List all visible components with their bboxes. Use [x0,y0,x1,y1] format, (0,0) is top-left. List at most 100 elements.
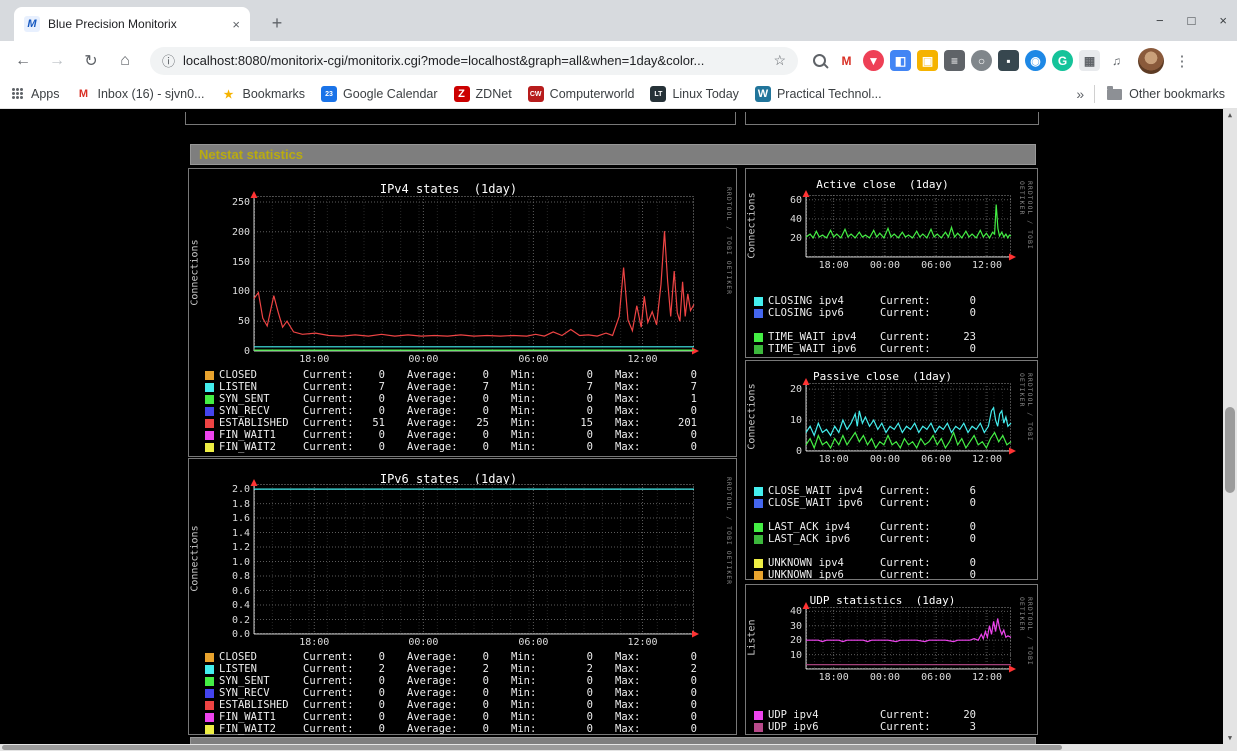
legend-swatch [754,522,763,532]
apps-shortcut[interactable]: Apps [12,87,60,101]
reload-button[interactable]: ↻ [76,46,106,76]
tab-strip: M Blue Precision Monitorix × + − □ × [0,0,1237,41]
home-button[interactable]: ⌂ [110,46,140,76]
other-bookmarks-label: Other bookmarks [1129,87,1225,101]
page-info-icon[interactable]: ⓘ [162,51,175,70]
legend-stat-key: Min: [511,711,537,723]
chart-y-axis-label: Listen [746,619,758,656]
y-axis-tick: 150 [231,256,250,268]
chart-plot-area[interactable] [250,191,699,355]
tab-title: Blue Precision Monitorix [48,17,177,31]
window-close-button[interactable]: × [1219,13,1227,28]
y-axis-tick: 0 [243,346,250,357]
vertical-scrollbar[interactable]: ▲ ▼ [1223,109,1237,744]
bookmark-item[interactable]: ★ Bookmarks [221,86,306,102]
bookmarks-divider [1094,85,1096,103]
legend-stat-key: Min: [511,699,537,711]
legend-row: LAST_ACK ipv6 Current: 0 [754,533,976,545]
legend-stat-value: 0 [969,295,976,307]
profile-avatar[interactable] [1138,47,1164,74]
legend-stat-value: 0 [378,699,385,711]
pocket-icon[interactable]: ▼ [863,50,884,71]
legend-row: CLOSE_WAIT ipv4 Current: 6 [754,485,976,497]
new-tab-button[interactable]: + [264,10,290,36]
bookmark-item[interactable]: Z ZDNet [453,86,512,102]
url-text[interactable]: localhost:8080/monitorix-cgi/monitorix.c… [183,53,765,68]
horizontal-scrollbar-thumb[interactable] [2,745,1062,750]
chart-plot-area[interactable] [802,378,1016,455]
bookmark-item[interactable]: M Inbox (16) - sjvn0... [76,86,205,102]
keep-icon[interactable]: ▣ [917,50,938,71]
legend-label: UNKNOWN ipv6 [768,569,844,581]
search-icon[interactable] [809,50,830,71]
browser-tab[interactable]: M Blue Precision Monitorix × [14,7,250,41]
extensions-area: M ▼ ◧ ▣ ≡ ○ ▪ ◉ G ▦ ♫ [806,50,1130,71]
legend-stat-value: 0 [586,441,593,453]
chart-canvas [802,190,1016,261]
scroll-up-arrow[interactable]: ▲ [1223,109,1237,121]
bookmark-item[interactable]: W Practical Technol... [754,86,882,102]
zoom-icon[interactable]: ◉ [1025,50,1046,71]
legend-stat-value: 0 [586,651,593,663]
legend-stat-key: Current: [303,381,354,393]
bookmark-item[interactable]: 23 Google Calendar [321,86,438,102]
legend-stat-value: 0 [378,675,385,687]
legend-stat-value: 0 [969,557,976,569]
legend-swatch [205,688,214,698]
overflow-chevron-icon[interactable]: » [1076,86,1084,102]
legend-stat-key: Current: [303,393,354,405]
legend-stat-key: Min: [511,417,537,429]
legend-stat-value: 0 [586,687,593,699]
window-minimize-button[interactable]: − [1156,13,1164,28]
other-bookmarks[interactable]: Other bookmarks [1107,85,1225,101]
legend-stat-key: Current: [880,485,931,497]
horizontal-scrollbar[interactable] [0,744,1223,751]
legend-label: TIME_WAIT ipv6 [768,343,857,355]
chart-title: Active close (1day) [816,178,949,191]
lock-icon[interactable]: ▪ [998,50,1019,71]
globe-icon[interactable]: ○ [971,50,992,71]
legend-swatch [205,406,214,416]
legend-row: SYN_RECV Current: 0 Average: 0 Min: 0 Max: 0 [205,405,719,417]
rrdtool-watermark: RRDTOOL / TOBI OETIKER [1018,373,1034,442]
browser-menu-icon[interactable]: ⋮ [1172,52,1192,70]
x-axis-tick: 06:00 [921,454,952,465]
grammarly-icon[interactable]: G [1052,50,1073,71]
gmail-icon[interactable]: M [836,50,857,71]
tab-close-icon[interactable]: × [232,17,240,32]
legend-stat-value: 0 [378,687,385,699]
x-axis-tick: 00:00 [869,260,900,271]
rrdtool-watermark: RRDTOOL / TOBI OETIKER [725,477,733,586]
legend-stat-value: 7 [482,381,489,393]
chart-panel-udp-statistics: UDP statistics (1day) Listen RRDTOOL / T… [745,584,1038,735]
bookmark-item[interactable]: LT Linux Today [650,86,739,102]
copy-icon[interactable]: ◧ [890,50,911,71]
magnifier-glyph [813,54,826,67]
y-axis-tick: 200 [231,226,250,238]
bookmark-star-icon[interactable]: ☆ [773,52,786,69]
legend-swatch [754,296,763,306]
legend-row: ESTABLISHED Current: 51 Average: 25 Min: 15 Max… [205,417,719,429]
forward-button[interactable]: → [42,46,72,76]
playlist-icon[interactable]: ♫ [1106,50,1127,71]
scroll-down-arrow[interactable]: ▼ [1223,732,1237,744]
bookmark-label: Bookmarks [242,87,306,101]
legend-label: CLOSE_WAIT ipv6 [768,497,863,509]
legend-label: CLOSE_WAIT ipv4 [768,485,863,497]
chart-plot-area[interactable] [802,602,1016,673]
chart-plot-area[interactable] [802,190,1016,261]
legend-row: LISTEN Current: 2 Average: 2 Min: 2 Max: 2 [205,663,719,675]
legend-row: CLOSING ipv6 Current: 0 [754,307,976,319]
puzzle-icon[interactable]: ▦ [1079,50,1100,71]
back-button[interactable]: ← [8,46,38,76]
legend-stat-key: Average: [407,393,458,405]
window-maximize-button[interactable]: □ [1188,13,1196,28]
legend-row: SYN_SENT Current: 0 Average: 0 Min: 0 Max: 1 [205,393,719,405]
address-bar[interactable]: ⓘ localhost:8080/monitorix-cgi/monitorix… [150,46,798,75]
vertical-scrollbar-thumb[interactable] [1225,407,1235,493]
bookmark-item[interactable]: CW Computerworld [527,86,634,102]
legend-swatch [205,370,214,380]
y-axis-tick: 1.4 [231,527,250,539]
chart-plot-area[interactable] [250,479,699,638]
stack-icon[interactable]: ≡ [944,50,965,71]
